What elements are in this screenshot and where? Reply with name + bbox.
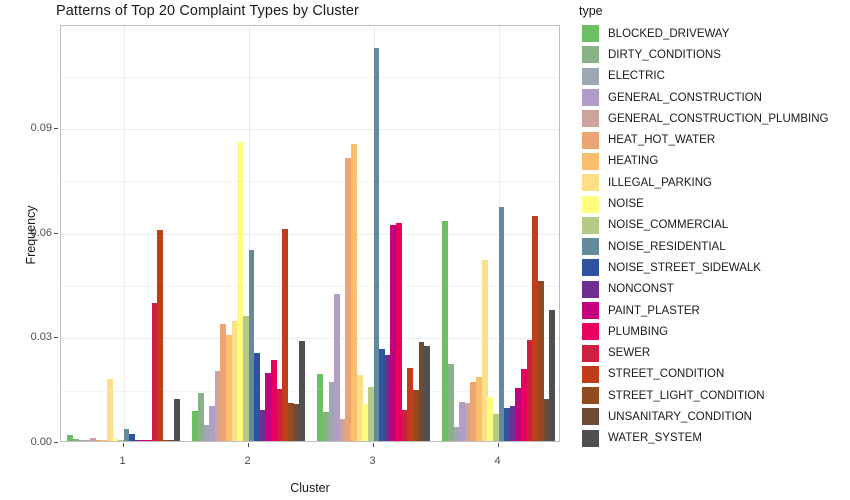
x-tick-mark bbox=[122, 443, 124, 447]
chart-title: Patterns of Top 20 Complaint Types by Cl… bbox=[56, 3, 359, 19]
legend-item[interactable]: GENERAL_CONSTRUCTION bbox=[578, 87, 848, 108]
x-axis-title: Cluster bbox=[290, 481, 330, 495]
legend-swatch bbox=[582, 110, 599, 128]
legend-label: NOISE bbox=[608, 198, 644, 211]
legend-swatch bbox=[582, 174, 599, 192]
legend-item[interactable]: DIRTY_CONDITIONS bbox=[578, 44, 848, 65]
legend-item[interactable]: ILLEGAL_PARKING bbox=[578, 172, 848, 193]
legend-swatch bbox=[582, 131, 599, 149]
legend-label: GENERAL_CONSTRUCTION_PLUMBING bbox=[608, 112, 829, 125]
legend-label: GENERAL_CONSTRUCTION bbox=[608, 91, 762, 104]
legend-swatch bbox=[582, 259, 599, 277]
x-tick-label: 4 bbox=[494, 455, 501, 467]
legend-label: NOISE_COMMERCIAL bbox=[608, 219, 729, 232]
legend-item[interactable]: PLUMBING bbox=[578, 321, 848, 342]
legend-label: NOISE_STREET_SIDEWALK bbox=[608, 261, 761, 274]
legend-label: PLUMBING bbox=[608, 325, 669, 338]
legend-items: BLOCKED_DRIVEWAY DIRTY_CONDITIONS ELECTRIC… bbox=[578, 23, 848, 449]
legend-label: SEWER bbox=[608, 347, 651, 360]
legend-swatch bbox=[582, 280, 599, 298]
legend-swatch bbox=[582, 67, 599, 85]
legend-label: ELECTRIC bbox=[608, 70, 665, 83]
bar bbox=[299, 340, 306, 441]
legend-swatch bbox=[582, 302, 599, 319]
legend-label: BLOCKED_DRIVEWAY bbox=[608, 27, 730, 40]
legend-label: DIRTY_CONDITIONS bbox=[608, 48, 721, 61]
legend-swatch bbox=[582, 238, 599, 256]
y-tick-label: 0.03 bbox=[30, 331, 52, 344]
legend-label: NONCONST bbox=[608, 283, 674, 296]
legend-label: STREET_LIGHT_CONDITION bbox=[608, 389, 765, 402]
legend-item[interactable]: ELECTRIC bbox=[578, 66, 848, 87]
legend-item[interactable]: BLOCKED_DRIVEWAY bbox=[578, 23, 848, 44]
legend-item[interactable]: NOISE bbox=[578, 193, 848, 214]
legend-label: STREET_CONDITION bbox=[608, 368, 725, 381]
legend-label: HEAT_HOT_WATER bbox=[608, 134, 716, 147]
x-tick-label: 2 bbox=[244, 455, 251, 467]
legend-swatch bbox=[582, 89, 599, 107]
bar bbox=[424, 345, 431, 441]
legend-item[interactable]: GENERAL_CONSTRUCTION_PLUMBING bbox=[578, 108, 848, 129]
bar bbox=[396, 222, 402, 441]
legend-title: type bbox=[579, 4, 603, 18]
bar bbox=[498, 206, 505, 441]
legend-label: UNSANITARY_CONDITION bbox=[608, 410, 752, 423]
legend-swatch bbox=[582, 25, 599, 43]
legend-swatch bbox=[582, 429, 599, 447]
legend-swatch bbox=[582, 216, 599, 234]
gridline-vertical bbox=[123, 26, 125, 441]
bar bbox=[106, 378, 113, 441]
legend-item[interactable]: NONCONST bbox=[578, 279, 848, 300]
legend-swatch bbox=[582, 344, 599, 362]
gridline-major bbox=[61, 128, 559, 130]
legend-item[interactable]: WATER_SYSTEM bbox=[578, 428, 848, 449]
y-tick-mark bbox=[54, 127, 58, 129]
x-tick-mark bbox=[247, 443, 249, 447]
legend-item[interactable]: STREET_LIGHT_CONDITION bbox=[578, 385, 848, 406]
legend-label: ILLEGAL_PARKING bbox=[608, 176, 712, 189]
chart-container: Patterns of Top 20 Complaint Types by Cl… bbox=[0, 0, 850, 500]
legend-item[interactable]: PAINT_PLASTER bbox=[578, 300, 848, 321]
bar bbox=[157, 230, 164, 441]
legend-label: WATER_SYSTEM bbox=[608, 432, 702, 445]
legend-item[interactable]: HEAT_HOT_WATER bbox=[578, 129, 848, 150]
legend-item[interactable]: NOISE_COMMERCIAL bbox=[578, 215, 848, 236]
legend-swatch bbox=[582, 408, 599, 426]
y-tick-mark bbox=[54, 232, 58, 234]
gridline-minor bbox=[61, 181, 559, 183]
x-tick-mark bbox=[372, 443, 374, 447]
legend-swatch bbox=[582, 365, 599, 383]
legend: type BLOCKED_DRIVEWAY DIRTY_CONDITIONS ELE… bbox=[578, 4, 848, 449]
legend-swatch bbox=[582, 152, 599, 170]
legend-swatch bbox=[582, 195, 599, 213]
y-tick-label: 0.06 bbox=[30, 226, 52, 239]
legend-swatch bbox=[582, 387, 599, 405]
legend-item[interactable]: NOISE_RESIDENTIAL bbox=[578, 236, 848, 257]
gridline-minor bbox=[61, 76, 559, 78]
legend-label: HEATING bbox=[608, 155, 659, 168]
legend-item[interactable]: SEWER bbox=[578, 342, 848, 363]
bar bbox=[549, 309, 556, 441]
legend-label: NOISE_RESIDENTIAL bbox=[608, 240, 726, 253]
y-tick-mark bbox=[54, 442, 58, 443]
legend-item[interactable]: NOISE_STREET_SIDEWALK bbox=[578, 257, 848, 278]
gridline-major bbox=[61, 233, 559, 235]
legend-swatch bbox=[582, 46, 599, 64]
x-tick-label: 3 bbox=[369, 455, 376, 467]
y-tick-label: 0.00 bbox=[30, 436, 52, 448]
x-tick-mark bbox=[497, 443, 499, 447]
bar bbox=[174, 399, 181, 441]
x-tick-label: 1 bbox=[119, 455, 126, 467]
legend-label: PAINT_PLASTER bbox=[608, 304, 700, 317]
legend-item[interactable]: STREET_CONDITION bbox=[578, 364, 848, 385]
legend-item[interactable]: HEATING bbox=[578, 151, 848, 172]
y-tick-mark bbox=[54, 337, 58, 339]
plot-panel bbox=[60, 25, 560, 442]
legend-item[interactable]: UNSANITARY_CONDITION bbox=[578, 406, 848, 427]
legend-swatch bbox=[582, 323, 599, 341]
y-tick-label: 0.09 bbox=[30, 121, 52, 134]
